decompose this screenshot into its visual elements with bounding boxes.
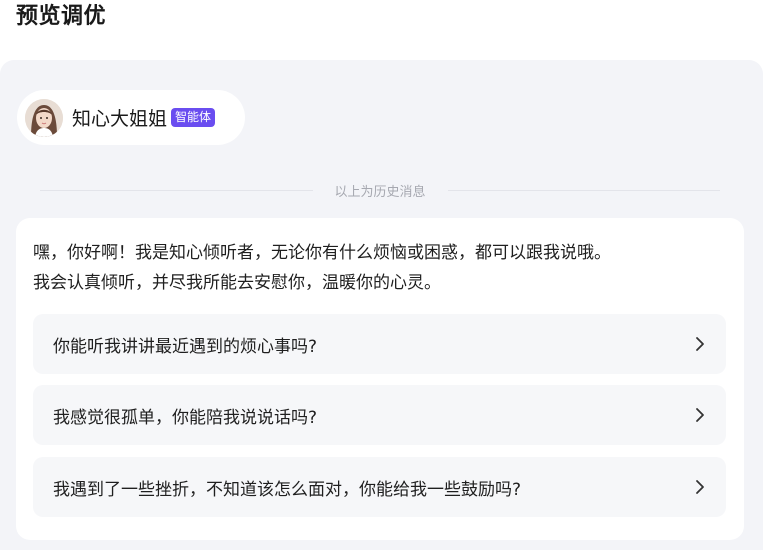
chevron-right-icon (696, 408, 704, 422)
history-divider-label: 以上为历史消息 (334, 184, 426, 200)
agent-message-card: 嘿，你好啊！我是知心倾听者，无论你有什么烦恼或困惑，都可以跟我说哦。 我会认真倾… (16, 218, 744, 540)
divider-line-right (447, 189, 721, 191)
greeting-line-2: 我会认真倾听，并尽我所能去安慰你，温暖你的心灵。 (33, 273, 441, 293)
suggestion-item-2[interactable]: 我感觉很孤单，你能陪我说说话吗? (33, 385, 726, 445)
divider-line-left (40, 189, 313, 191)
agent-avatar (25, 98, 63, 137)
agent-name: 知心大姐姐 (72, 108, 168, 130)
greeting-message: 嘿，你好啊！我是知心倾听者，无论你有什么烦恼或困惑，都可以跟我说哦。 我会认真倾… (33, 238, 733, 298)
suggestion-text: 你能听我讲讲最近遇到的烦心事吗? (53, 336, 318, 357)
page-title: 预览调优 (16, 4, 107, 29)
suggestion-item-3[interactable]: 我遇到了一些挫折，不知道该怎么面对，你能给我一些鼓励吗? (33, 457, 726, 517)
chevron-right-icon (696, 480, 704, 494)
person-avatar-icon (25, 98, 63, 137)
greeting-line-1: 嘿，你好啊！我是知心倾听者，无论你有什么烦恼或困惑，都可以跟我说哦。 (33, 243, 611, 263)
suggestion-item-1[interactable]: 你能听我讲讲最近遇到的烦心事吗? (33, 314, 726, 374)
history-divider: 以上为历史消息 (40, 180, 721, 200)
agent-header[interactable]: 知心大姐姐 智能体 (17, 90, 245, 145)
chevron-right-icon (696, 337, 704, 351)
agent-type-badge: 智能体 (171, 108, 216, 127)
suggestion-text: 我遇到了一些挫折，不知道该怎么面对，你能给我一些鼓励吗? (53, 479, 522, 500)
suggestion-text: 我感觉很孤单，你能陪我说说话吗? (53, 407, 318, 428)
